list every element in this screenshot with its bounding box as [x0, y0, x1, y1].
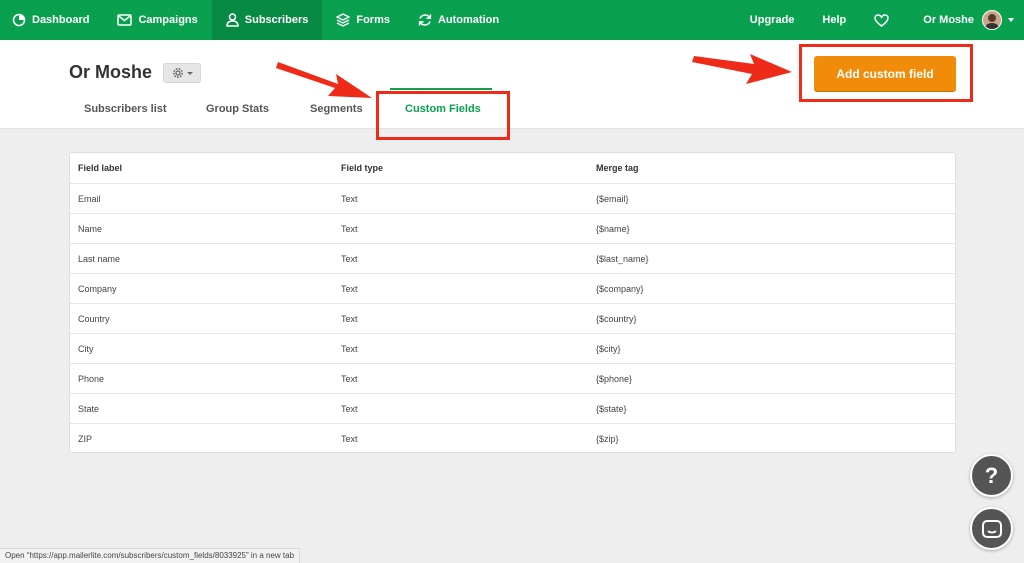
table-row[interactable]: Email Text {$email}	[70, 183, 955, 213]
field-label-cell: Last name	[78, 254, 121, 264]
column-header: Field label	[78, 163, 123, 173]
field-type-cell: Text	[341, 194, 358, 204]
merge-tag-cell: {$company}	[596, 284, 644, 294]
question-icon: ?	[984, 462, 999, 488]
field-label-cell: Company	[78, 284, 117, 294]
table-header-row: Field label Field type Merge tag	[70, 153, 955, 183]
field-label-cell: Country	[78, 314, 110, 324]
table-row[interactable]: Phone Text {$phone}	[70, 363, 955, 393]
field-type-cell: Text	[341, 254, 358, 264]
arrow-to-button	[692, 54, 792, 84]
table-row[interactable]: ZIP Text {$zip}	[70, 423, 955, 453]
field-label-cell: City	[78, 344, 94, 354]
merge-tag-cell: {$zip}	[596, 434, 619, 444]
arrow-to-tab	[276, 62, 372, 98]
field-label-cell: Phone	[78, 374, 105, 384]
table-row[interactable]: City Text {$city}	[70, 333, 955, 363]
merge-tag-cell: {$country}	[596, 314, 637, 324]
field-label-cell: ZIP	[78, 434, 93, 444]
table-row[interactable]: Last name Text {$last_name}	[70, 243, 955, 273]
merge-tag-cell: {$phone}	[596, 374, 633, 384]
field-label-cell: Email	[78, 194, 101, 204]
field-label-cell: Name	[78, 224, 103, 234]
merge-tag-cell: {$city}	[596, 344, 621, 354]
field-type-cell: Text	[341, 374, 358, 384]
merge-tag-cell: {$state}	[596, 404, 627, 414]
browser-status-bar: Open “https://app.mailerlite.com/subscri…	[0, 548, 301, 563]
table-row[interactable]: Country Text {$country}	[70, 303, 955, 333]
merge-tag-cell: {$email}	[596, 194, 629, 204]
field-type-cell: Text	[341, 344, 358, 354]
field-type-cell: Text	[341, 314, 358, 324]
field-type-cell: Text	[341, 224, 358, 234]
merge-tag-cell: {$name}	[596, 224, 630, 234]
field-type-cell: Text	[341, 284, 358, 294]
field-label-cell: State	[78, 404, 100, 414]
table-row[interactable]: State Text {$state}	[70, 393, 955, 423]
column-header: Merge tag	[596, 163, 639, 173]
merge-tag-cell: {$last_name}	[596, 254, 649, 264]
help-button[interactable]: ?	[970, 454, 1013, 497]
table-row[interactable]: Company Text {$company}	[70, 273, 955, 303]
column-header: Field type	[341, 163, 384, 173]
field-type-cell: Text	[341, 404, 358, 414]
chat-button[interactable]	[970, 507, 1013, 550]
field-type-cell: Text	[341, 434, 358, 444]
table-row[interactable]: Name Text {$name}	[70, 213, 955, 243]
chat-icon	[981, 519, 1002, 538]
custom-fields-table: Field label Field type Merge tag Email T…	[69, 152, 956, 453]
